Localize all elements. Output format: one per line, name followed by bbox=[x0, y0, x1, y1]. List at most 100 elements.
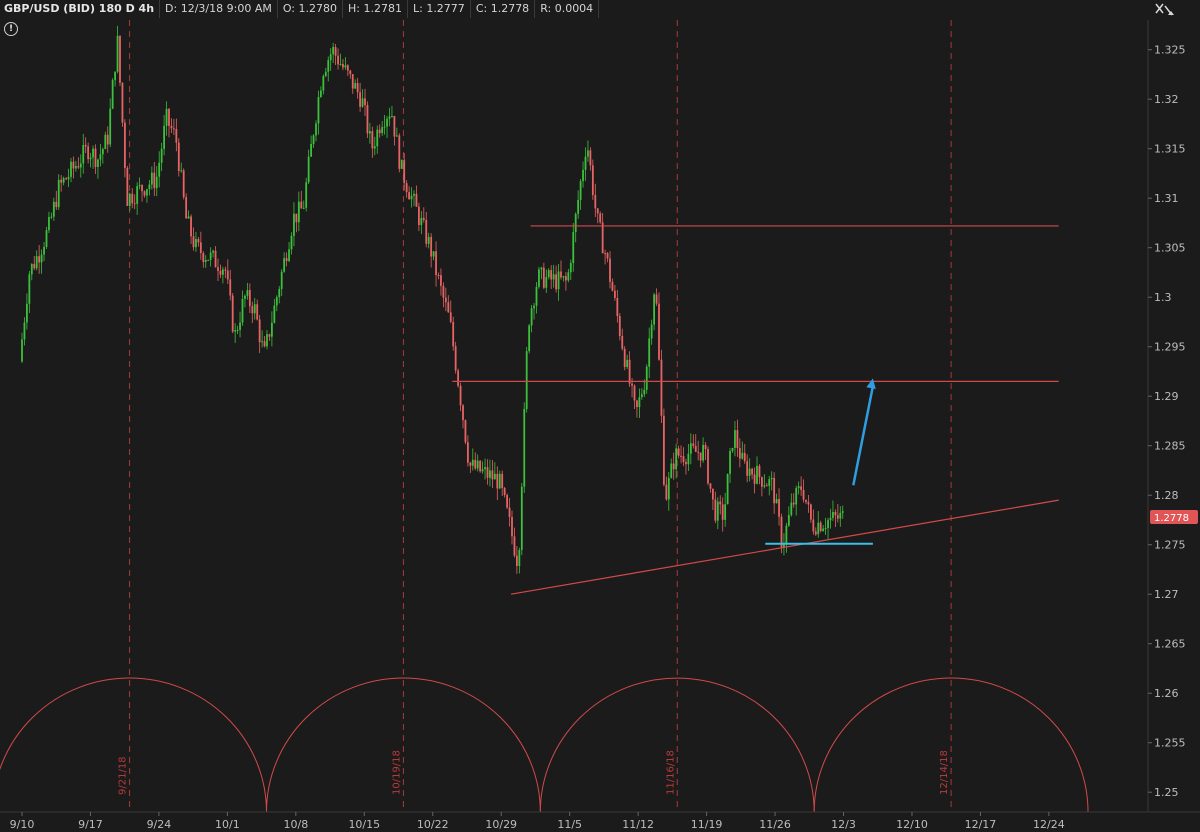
candle-body bbox=[381, 127, 384, 134]
candle-body bbox=[496, 473, 499, 489]
candle-body bbox=[589, 150, 592, 166]
candle-body bbox=[430, 236, 433, 257]
candle-body bbox=[778, 499, 780, 517]
candle-body bbox=[751, 468, 753, 475]
candle-body bbox=[290, 235, 293, 250]
candle-body bbox=[729, 450, 731, 474]
candle-body bbox=[486, 467, 489, 478]
candle-body bbox=[89, 157, 92, 160]
candle-body bbox=[38, 256, 41, 263]
candle-body bbox=[84, 144, 87, 147]
candle-body bbox=[82, 144, 85, 164]
candle-body bbox=[721, 504, 724, 520]
candle-body bbox=[785, 525, 788, 544]
candle-body bbox=[297, 201, 300, 223]
candle-body bbox=[763, 485, 766, 487]
candle-body bbox=[827, 520, 829, 528]
candle-body bbox=[584, 156, 587, 170]
projection-arrow-head bbox=[866, 378, 876, 389]
candle-body bbox=[775, 499, 778, 504]
candle-body bbox=[501, 473, 504, 489]
candle-body bbox=[405, 183, 408, 193]
candle-body bbox=[714, 499, 717, 521]
candle-body bbox=[498, 473, 501, 489]
candle-body bbox=[131, 193, 134, 204]
candle-body bbox=[219, 270, 222, 275]
candle-body bbox=[70, 161, 72, 177]
candle-body bbox=[594, 195, 597, 209]
candle-body bbox=[170, 125, 173, 129]
candle-body bbox=[258, 319, 261, 343]
candle-body bbox=[758, 465, 761, 478]
candle-body bbox=[293, 213, 295, 236]
candle-body bbox=[574, 213, 577, 233]
chart-window: GBP/USD (BID) 180 D 4h D: 12/3/18 9:00 A… bbox=[0, 0, 1200, 832]
candle-body bbox=[241, 298, 244, 323]
candle-body bbox=[224, 269, 227, 271]
candle-body bbox=[704, 444, 707, 450]
x-tick-label: 10/15 bbox=[348, 818, 380, 831]
candle-body bbox=[337, 55, 339, 65]
candle-body bbox=[577, 199, 580, 214]
candle-body bbox=[391, 115, 393, 117]
candle-body bbox=[109, 108, 112, 145]
candle-body bbox=[427, 236, 430, 244]
x-tick-label: 11/19 bbox=[691, 818, 723, 831]
candle-body bbox=[334, 47, 337, 56]
candle-body bbox=[841, 511, 844, 513]
candle-body bbox=[545, 277, 548, 288]
candle-body bbox=[442, 285, 445, 298]
candle-body bbox=[474, 459, 477, 469]
price-chart[interactable]: 9/21/18 10/19/18 11/16/18 12/14/18 1.3251.3… bbox=[0, 0, 1200, 832]
candle-body bbox=[75, 166, 77, 169]
candle-body bbox=[143, 191, 146, 196]
candle-body bbox=[457, 370, 459, 386]
candle-body bbox=[99, 154, 102, 160]
x-tick-label: 10/8 bbox=[283, 818, 308, 831]
x-tick-label: 11/26 bbox=[759, 818, 791, 831]
candle-body bbox=[158, 162, 161, 177]
candle-body bbox=[670, 463, 673, 478]
candle-body bbox=[101, 149, 104, 155]
candle-body bbox=[268, 334, 271, 337]
candle-body bbox=[452, 321, 455, 347]
candle-body bbox=[408, 192, 410, 200]
candle-body bbox=[165, 108, 168, 126]
y-tick-label: 1.265 bbox=[1154, 638, 1186, 651]
candle-body bbox=[403, 159, 406, 184]
candle-body bbox=[682, 456, 685, 462]
candle-body bbox=[271, 322, 273, 337]
candle-body bbox=[484, 467, 486, 470]
y-tick-label: 1.325 bbox=[1154, 44, 1186, 57]
candle-body bbox=[667, 477, 670, 500]
y-tick-label: 1.31 bbox=[1154, 192, 1179, 205]
candle-body bbox=[508, 507, 511, 517]
candle-body bbox=[787, 515, 790, 526]
candle-body bbox=[640, 394, 643, 398]
candle-body bbox=[280, 271, 283, 289]
candle-body bbox=[106, 134, 109, 145]
candle-body bbox=[366, 104, 369, 134]
candle-body bbox=[633, 385, 636, 401]
candle-body bbox=[72, 161, 75, 169]
candle-body bbox=[327, 60, 330, 72]
candle-body bbox=[636, 400, 638, 408]
candle-body bbox=[217, 267, 219, 271]
candle-body bbox=[567, 272, 570, 281]
candle-body bbox=[253, 304, 256, 314]
candle-body bbox=[665, 484, 668, 500]
y-tick-label: 1.305 bbox=[1154, 242, 1186, 255]
candle-body bbox=[604, 253, 606, 255]
candle-body bbox=[454, 346, 457, 371]
candle-body bbox=[214, 250, 217, 268]
candle-body bbox=[511, 516, 513, 537]
candle-body bbox=[153, 172, 156, 189]
candle-body bbox=[689, 443, 692, 454]
candle-body bbox=[55, 201, 58, 208]
candle-body bbox=[621, 335, 624, 349]
candle-body bbox=[116, 35, 119, 72]
candle-body bbox=[631, 383, 633, 386]
candle-body bbox=[768, 479, 771, 486]
price-tag: 1.2778 bbox=[1150, 509, 1198, 524]
x-tick-label: 10/1 bbox=[215, 818, 240, 831]
